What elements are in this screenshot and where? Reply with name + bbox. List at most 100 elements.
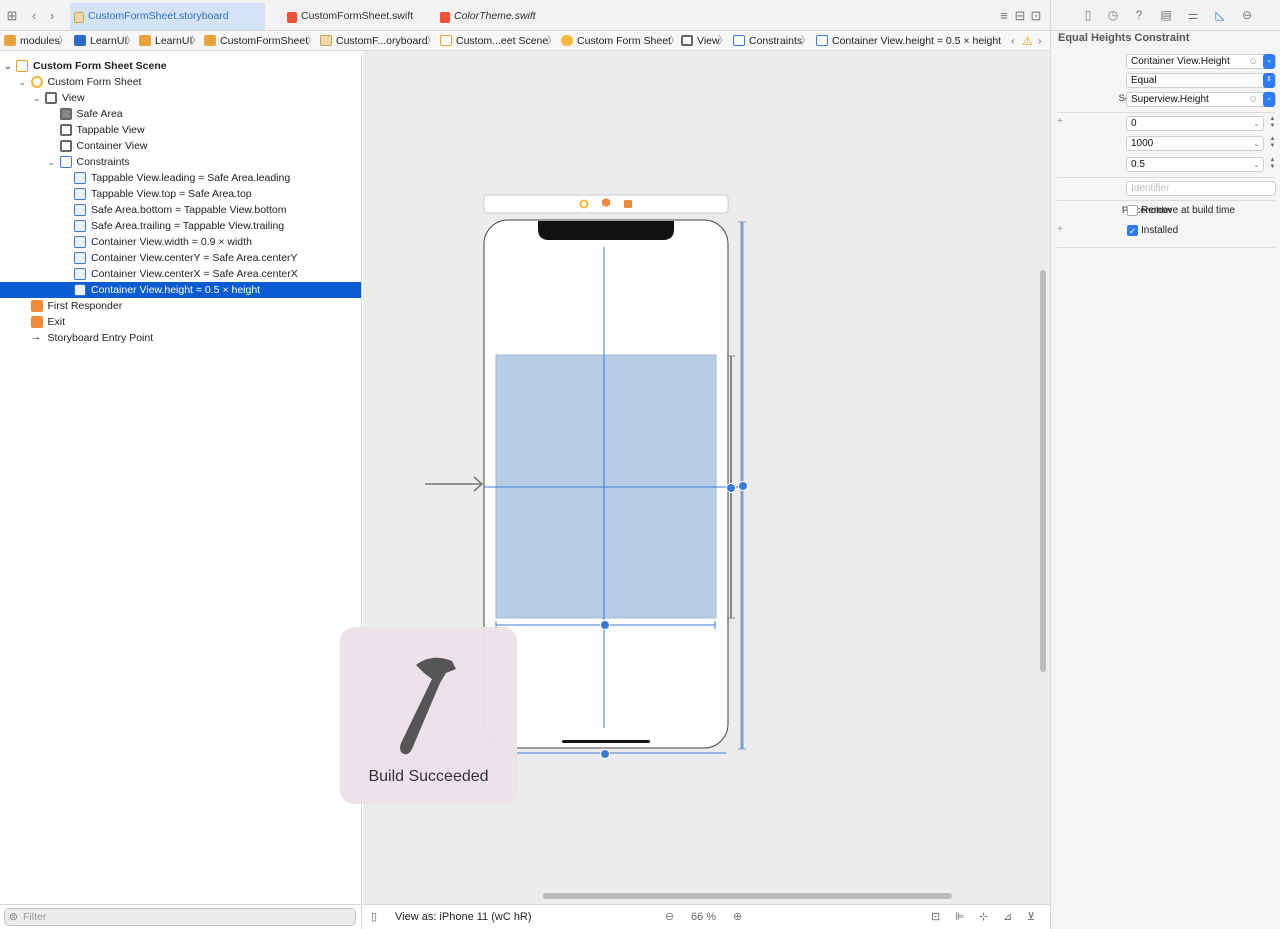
- priority-stepper[interactable]: ▲ ▼: [1268, 136, 1277, 151]
- disclosure-chevron-icon[interactable]: ⌄: [19, 74, 27, 90]
- back-chevron-icon[interactable]: ‹: [26, 8, 42, 24]
- outline-row[interactable]: ⌄ Constraints: [0, 154, 361, 170]
- crumb-constraints[interactable]: Constraints 〉: [733, 34, 811, 48]
- document-outline: ⌄ Custom Form Sheet Scene ⌄ Custom Form She…: [0, 56, 362, 904]
- constraint-handle[interactable]: [738, 481, 748, 491]
- disclosure-chevron-icon[interactable]: ⌄: [48, 154, 56, 170]
- toggle-outline-icon[interactable]: ▯: [371, 910, 377, 924]
- outline-row-label: Safe Area.trailing = Tappable View.trail…: [91, 220, 285, 232]
- constraint-icon: [74, 188, 86, 200]
- crumb-scene[interactable]: Custom...eet Scene 〉: [440, 34, 557, 48]
- crumb-project[interactable]: LearnUI 〉: [74, 34, 136, 48]
- filter-input[interactable]: ⊜ Filter: [4, 908, 356, 926]
- crumb-view[interactable]: View 〉: [681, 34, 729, 48]
- outline-row[interactable]: ⌄ Custom Form Sheet: [0, 74, 361, 90]
- outline-row[interactable]: Container View.width = 0.9 × width: [0, 234, 361, 250]
- resolve-issues-icon[interactable]: ⊿: [1003, 910, 1012, 924]
- size-inspector-icon[interactable]: ◺: [1213, 8, 1227, 22]
- zoom-level[interactable]: 66 %: [691, 910, 716, 924]
- crumb-view-controller[interactable]: Custom Form Sheet 〉: [561, 34, 680, 48]
- reverse-icon[interactable]: ⊙: [1249, 93, 1257, 106]
- outline-row[interactable]: Tappable View.top = Safe Area.top: [0, 186, 361, 202]
- crumb-storyboard[interactable]: CustomF...oryboard 〉: [320, 34, 437, 48]
- outline-row[interactable]: ⌄ Custom Form Sheet Scene: [0, 58, 361, 74]
- embed-in-icon[interactable]: ⊻: [1027, 910, 1035, 924]
- identifier-input[interactable]: Identifier: [1126, 181, 1276, 196]
- first-item-select[interactable]: Container View.Height ⊙ ⌄: [1126, 54, 1276, 69]
- chevron-down-icon: ⌄: [1253, 119, 1260, 128]
- tab-storyboard[interactable]: CustomFormSheet.storyboard: [70, 3, 265, 30]
- outline-row[interactable]: Safe Area.trailing = Tappable View.trail…: [0, 218, 361, 234]
- crumb-modules[interactable]: modules 〉: [4, 34, 69, 48]
- outline-row-label: Tappable View.leading = Safe Area.leadin…: [91, 172, 291, 184]
- outline-row[interactable]: Container View.centerY = Safe Area.cente…: [0, 250, 361, 266]
- outline-row[interactable]: Tappable View: [0, 122, 361, 138]
- outline-row[interactable]: Tappable View.leading = Safe Area.leadin…: [0, 170, 361, 186]
- align-icon[interactable]: ⊫: [955, 910, 965, 924]
- filter-icon: ⊜: [9, 911, 18, 923]
- breadcrumb-forward-icon[interactable]: ›: [1038, 34, 1042, 48]
- update-frames-icon[interactable]: ⊡: [931, 910, 940, 924]
- outline-row[interactable]: Safe Area.bottom = Tappable View.bottom: [0, 202, 361, 218]
- scene-icon: [16, 60, 28, 72]
- constraint-handle[interactable]: [600, 749, 610, 759]
- zoom-in-icon[interactable]: ⊕: [733, 910, 742, 924]
- outline-row[interactable]: → Storyboard Entry Point: [0, 330, 361, 346]
- constraint-handle[interactable]: [600, 620, 610, 630]
- identity-inspector-icon[interactable]: ▤: [1159, 8, 1173, 22]
- help-inspector-icon[interactable]: ?: [1132, 8, 1146, 22]
- add-editor-icon[interactable]: ⊡: [1028, 8, 1044, 24]
- folder-icon: [4, 35, 16, 46]
- history-inspector-icon[interactable]: ◷: [1106, 8, 1120, 22]
- view-as-device-button[interactable]: View as: iPhone 11 (wC hR): [395, 910, 532, 924]
- priority-field[interactable]: 1000 ⌄: [1126, 136, 1264, 151]
- zoom-out-icon[interactable]: ⊖: [665, 910, 674, 924]
- outline-row[interactable]: First Responder: [0, 298, 361, 314]
- canvas-vertical-scrollbar[interactable]: [1040, 270, 1046, 672]
- add-variation-icon[interactable]: +: [1057, 116, 1063, 127]
- constant-field[interactable]: 0 ⌄: [1126, 116, 1264, 131]
- canvas-horizontal-scrollbar[interactable]: [543, 893, 952, 899]
- crumb-group[interactable]: LearnUI 〉: [139, 34, 201, 48]
- multiplier-stepper[interactable]: ▲ ▼: [1268, 157, 1277, 172]
- grid-icon[interactable]: ⊞: [4, 8, 20, 24]
- crumb-constraint[interactable]: Container View.height = 0.5 × height: [816, 34, 1001, 48]
- constraint-icon: [74, 252, 86, 264]
- adjust-editor-icon[interactable]: ⊟: [1012, 8, 1028, 24]
- remove-at-build-checkbox[interactable]: [1127, 205, 1138, 216]
- tab-color-theme[interactable]: ColorTheme.swift: [436, 3, 566, 30]
- multiplier-field[interactable]: 0.5 ⌄: [1126, 157, 1264, 172]
- installed-checkbox[interactable]: ✓: [1127, 225, 1138, 236]
- dock-exit-icon[interactable]: [624, 200, 632, 208]
- outline-row[interactable]: Exit: [0, 314, 361, 330]
- disclosure-chevron-icon[interactable]: ⌄: [4, 58, 12, 74]
- constraint-handle[interactable]: [726, 483, 736, 493]
- connections-inspector-icon[interactable]: ⊖: [1240, 8, 1254, 22]
- second-item-select[interactable]: Superview.Height ⊙ ⌄: [1126, 92, 1276, 107]
- build-succeeded-hud: Build Succeeded: [340, 627, 517, 804]
- add-constraints-icon[interactable]: ⊹: [979, 910, 988, 924]
- add-variation-icon[interactable]: +: [1057, 224, 1063, 235]
- constant-stepper[interactable]: ▲ ▼: [1268, 116, 1277, 131]
- outline-row[interactable]: Container View.centerX = Safe Area.cente…: [0, 266, 361, 282]
- outline-row[interactable]: Container View.height = 0.5 × height: [0, 282, 361, 298]
- outline-row-label: Tappable View: [76, 124, 145, 136]
- crumb-folder[interactable]: CustomFormSheet 〉: [204, 34, 317, 48]
- outline-row[interactable]: Container View: [0, 138, 361, 154]
- file-inspector-icon[interactable]: ▯: [1081, 8, 1095, 22]
- tab-swift-file[interactable]: CustomFormSheet.swift: [283, 3, 433, 30]
- folder-icon: [204, 35, 216, 46]
- attributes-inspector-icon[interactable]: ⚌: [1186, 8, 1200, 22]
- relation-select[interactable]: Equal ⇕: [1126, 73, 1276, 88]
- outline-row-label: View: [62, 92, 85, 104]
- editor-options-icon[interactable]: ≡: [996, 8, 1012, 24]
- warning-icon[interactable]: ⚠: [1022, 34, 1033, 48]
- chevron-down-icon: ⌄: [1253, 160, 1260, 169]
- size-inspector: Equal Heights Constraint First Item Cont…: [1050, 31, 1280, 929]
- outline-row[interactable]: Safe Area: [0, 106, 361, 122]
- outline-row[interactable]: ⌄ View: [0, 90, 361, 106]
- breadcrumb-back-icon[interactable]: ‹: [1011, 34, 1015, 48]
- disclosure-chevron-icon[interactable]: ⌄: [33, 90, 41, 106]
- reverse-icon[interactable]: ⊙: [1249, 55, 1257, 68]
- forward-chevron-icon[interactable]: ›: [44, 8, 60, 24]
